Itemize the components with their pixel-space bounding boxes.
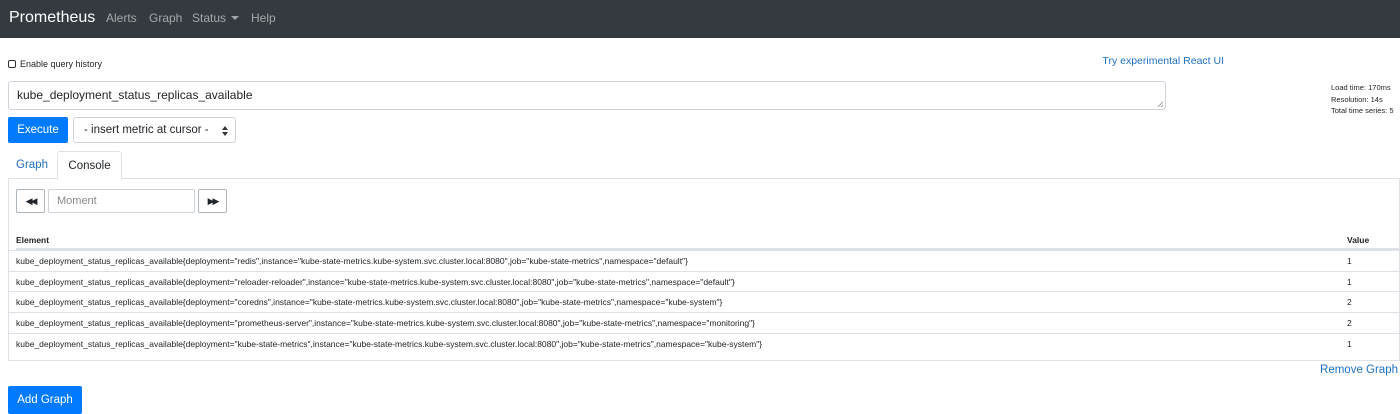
table-header: Element Value bbox=[16, 234, 1400, 250]
row-element: kube_deployment_status_replicas_availabl… bbox=[16, 339, 763, 349]
nav-graph[interactable]: Graph bbox=[149, 11, 182, 25]
expression-text: kube_deployment_status_replicas_availabl… bbox=[17, 88, 253, 102]
nav-status-label: Status bbox=[192, 11, 227, 25]
remove-graph-link[interactable]: Remove Graph bbox=[1320, 364, 1398, 376]
expression-input[interactable]: kube_deployment_status_replicas_availabl… bbox=[8, 81, 1166, 110]
tab-graph[interactable]: Graph bbox=[8, 151, 56, 179]
row-element: kube_deployment_status_replicas_availabl… bbox=[16, 297, 723, 307]
nav-help[interactable]: Help bbox=[251, 11, 276, 25]
resolution: Resolution: 14s bbox=[1331, 94, 1383, 104]
row-value: 2 bbox=[1347, 297, 1352, 307]
moment-back-button[interactable]: ◀◀ bbox=[16, 189, 45, 213]
row-value: 1 bbox=[1347, 277, 1352, 287]
query-history-checkbox[interactable] bbox=[8, 60, 16, 68]
add-graph-button[interactable]: Add Graph bbox=[8, 386, 82, 414]
tab-console[interactable]: Console bbox=[57, 151, 122, 180]
navbar: Prometheus Alerts Graph Status Help bbox=[0, 0, 1400, 38]
double-chevron-left-icon: ◀◀ bbox=[25, 195, 38, 206]
select-arrows-icon bbox=[222, 126, 228, 136]
moment-forward-button[interactable]: ▶▶ bbox=[198, 189, 227, 213]
table-row: kube_deployment_status_replicas_availabl… bbox=[8, 333, 1400, 354]
row-element: kube_deployment_status_replicas_availabl… bbox=[16, 318, 755, 328]
query-stats: Load time: 170ms Resolution: 14s Total t… bbox=[1331, 82, 1394, 117]
table-row: kube_deployment_status_replicas_availabl… bbox=[8, 250, 1400, 271]
row-element: kube_deployment_status_replicas_availabl… bbox=[16, 256, 688, 266]
double-chevron-right-icon: ▶▶ bbox=[207, 195, 220, 206]
table-row: kube_deployment_status_replicas_availabl… bbox=[8, 291, 1400, 312]
brand-logo[interactable]: Prometheus bbox=[9, 9, 95, 27]
caret-down-icon bbox=[231, 16, 240, 20]
column-header-element: Element bbox=[16, 235, 50, 245]
load-time: Load time: 170ms bbox=[1331, 83, 1391, 92]
moment-input[interactable]: Moment bbox=[48, 189, 195, 213]
column-header-value: Value bbox=[1347, 235, 1370, 245]
nav-status[interactable]: Status bbox=[192, 11, 240, 25]
row-value: 1 bbox=[1347, 339, 1352, 349]
table-row: kube_deployment_status_replicas_availabl… bbox=[8, 312, 1400, 333]
panel-tabs: Graph Console bbox=[8, 151, 1400, 180]
resize-handle-icon[interactable] bbox=[1157, 101, 1163, 107]
execute-button[interactable]: Execute bbox=[8, 117, 68, 143]
total-time-series: Total time series: 5 bbox=[1331, 106, 1394, 115]
row-value: 1 bbox=[1347, 256, 1352, 266]
insert-metric-select[interactable]: - insert metric at cursor - bbox=[73, 117, 236, 143]
query-history-toggle[interactable]: Enable query history bbox=[8, 59, 102, 69]
react-ui-link[interactable]: Try experimental React UI bbox=[1102, 55, 1224, 67]
table-row: kube_deployment_status_replicas_availabl… bbox=[8, 271, 1400, 292]
query-history-label: Enable query history bbox=[20, 59, 103, 69]
row-value: 2 bbox=[1347, 318, 1352, 328]
row-element: kube_deployment_status_replicas_availabl… bbox=[16, 277, 735, 287]
insert-metric-label: - insert metric at cursor - bbox=[84, 124, 209, 136]
nav-alerts[interactable]: Alerts bbox=[106, 11, 137, 25]
